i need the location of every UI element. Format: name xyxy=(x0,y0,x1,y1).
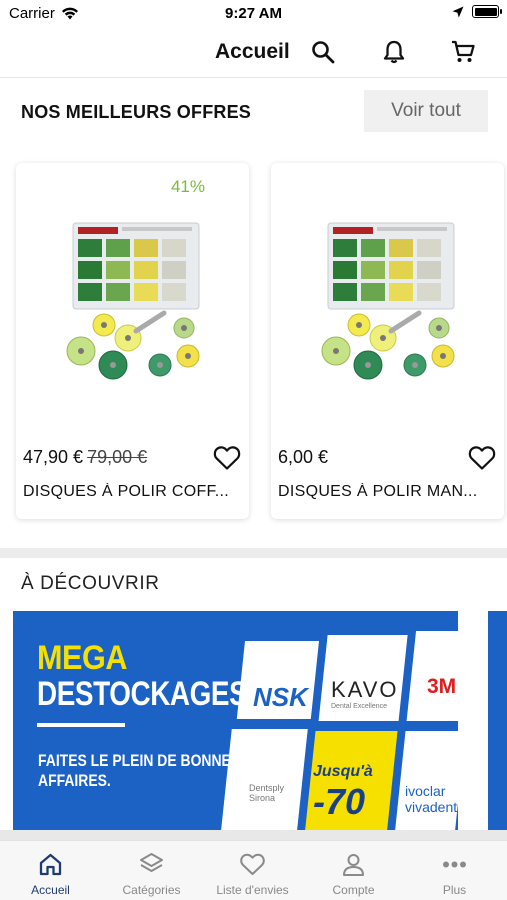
home-icon xyxy=(39,853,62,876)
battery-icon xyxy=(472,5,502,18)
kavo-subtitle: Dental Excellence xyxy=(331,703,388,710)
tab-more[interactable]: Plus xyxy=(404,841,505,900)
offers-title: NOS MEILLEURS OFFRES xyxy=(21,102,252,122)
tab-label: Catégories xyxy=(122,883,181,897)
section-divider xyxy=(0,548,507,558)
promo-value: -70 xyxy=(313,781,366,822)
next-banner-peek[interactable] xyxy=(488,611,507,831)
product-carousel[interactable]: 41% 47,90 € 79,00 € DISQUES À POLIR COFF… xyxy=(0,145,507,535)
product-name: DISQUES À POLIR MAN... xyxy=(278,483,478,500)
tab-home[interactable]: Accueil xyxy=(0,841,101,900)
price: 6,00 € xyxy=(278,447,329,467)
status-bar: Carrier 9:27 AM xyxy=(0,0,507,28)
brand-logo-ivoclar: ivoclar vivadent xyxy=(405,783,458,815)
product-image xyxy=(66,222,200,380)
more-icon xyxy=(443,861,466,868)
price: 47,90 € xyxy=(23,447,84,467)
brand-logo-kavo: KAVO xyxy=(331,677,399,702)
cart-icon[interactable] xyxy=(450,39,476,65)
product-image xyxy=(321,222,455,380)
promo-banner[interactable]: MEGA DESTOCKAGES FAITES LE PLEIN DE BONN… xyxy=(13,611,458,831)
tab-label: Plus xyxy=(442,883,467,897)
offers-header: NOS MEILLEURS OFFRES Voir tout xyxy=(0,80,507,142)
brand-logo-3m: 3M xyxy=(427,675,457,698)
bell-icon[interactable] xyxy=(381,39,407,65)
price-row: 6,00 € xyxy=(278,447,328,468)
price-row: 47,90 € 79,00 € xyxy=(23,447,147,468)
tab-wishlist[interactable]: Liste d'envies xyxy=(202,841,303,900)
tab-bar: Accueil Catégories Liste d'envies Compte… xyxy=(0,840,507,900)
discount-badge: 41% xyxy=(170,177,205,196)
brand-logo-dentsply: Dentsply Sirona xyxy=(249,783,285,803)
banner-tagline-1: FAITES LE PLEIN DE BONNES xyxy=(38,751,241,770)
tab-label: Accueil xyxy=(31,883,70,897)
tab-account[interactable]: Compte xyxy=(303,841,404,900)
tab-label: Compte xyxy=(332,883,375,897)
banner-headline-2: DESTOCKAGES xyxy=(37,675,248,713)
discover-title: À DÉCOUVRIR xyxy=(21,573,160,594)
product-card[interactable]: 41% 47,90 € 79,00 € DISQUES À POLIR COFF… xyxy=(16,163,249,519)
product-name: DISQUES À POLIR COFF... xyxy=(23,483,230,500)
heart-icon[interactable] xyxy=(468,445,496,471)
heart-icon xyxy=(240,853,265,875)
brand-logo-nsk: NSK xyxy=(253,682,308,712)
heart-icon[interactable] xyxy=(213,445,241,471)
tab-label: Liste d'envies xyxy=(216,883,289,897)
status-time: 9:27 AM xyxy=(225,5,282,22)
location-arrow-icon xyxy=(452,6,464,17)
banner-headline-1: MEGA xyxy=(37,639,127,677)
layers-icon xyxy=(140,853,163,872)
product-card[interactable]: 6,00 € DISQUES À POLIR MAN... xyxy=(271,163,504,519)
see-all-button[interactable]: Voir tout xyxy=(364,90,488,132)
app-header: Accueil xyxy=(0,28,507,78)
user-icon xyxy=(343,854,364,876)
promo-upto: Jusqu'à xyxy=(313,763,373,780)
search-icon[interactable] xyxy=(310,39,336,65)
page-title: Accueil xyxy=(215,40,290,63)
banner-tagline-2: AFFAIRES. xyxy=(38,771,111,790)
old-price: 79,00 € xyxy=(87,447,148,467)
tab-categories[interactable]: Catégories xyxy=(101,841,202,900)
